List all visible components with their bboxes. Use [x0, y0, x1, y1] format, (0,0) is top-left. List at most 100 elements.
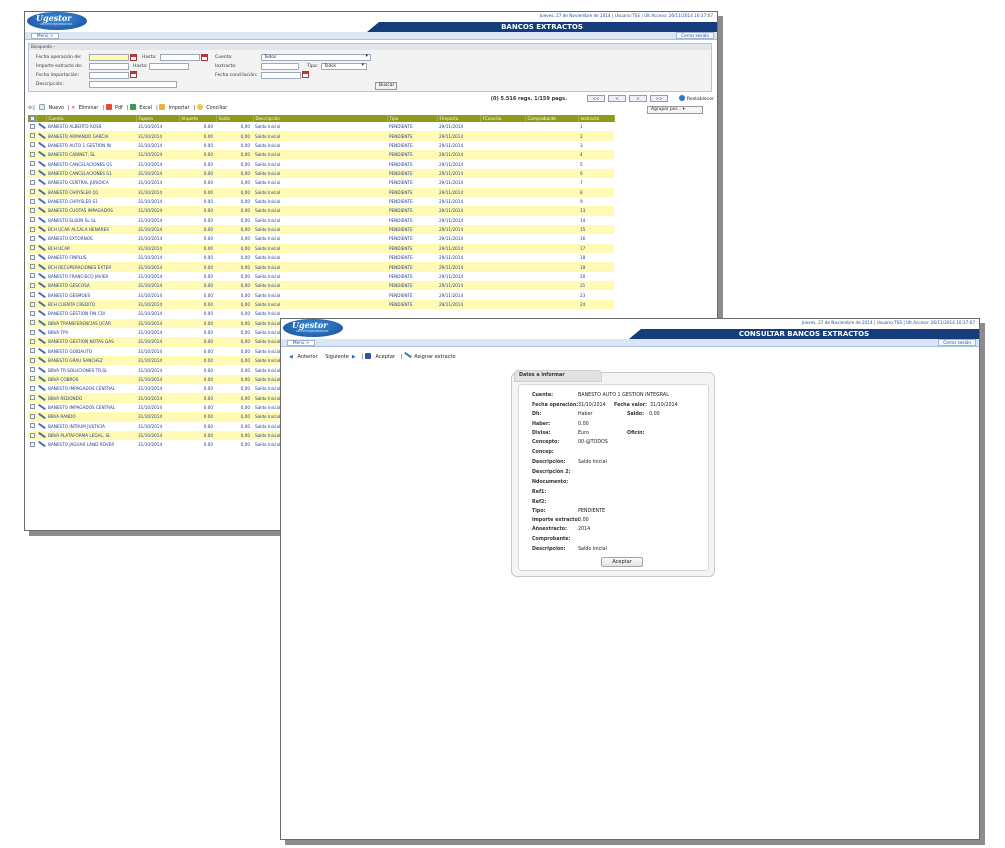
table-row[interactable]: BANESTO ARMANDO GARCIA 31/10/2014 0.00 0,00…: [28, 131, 614, 141]
edit-icon[interactable]: [36, 440, 46, 450]
row-checkbox[interactable]: [28, 337, 36, 347]
edit-icon[interactable]: [36, 421, 46, 431]
table-row[interactable]: BANESTO CHRYSLER Q1 31/10/2014 0.00 0,00 Sal…: [28, 187, 614, 197]
table-row[interactable]: BCH RECUPERACIONES EXTER 31/10/2014 0.00 0,…: [28, 262, 614, 272]
edit-icon[interactable]: [36, 384, 46, 394]
prev-page-button[interactable]: <: [608, 95, 626, 102]
edit-icon[interactable]: [36, 309, 46, 319]
pdf-button[interactable]: Pdf: [105, 104, 125, 111]
edit-icon[interactable]: [36, 430, 46, 441]
row-checkbox[interactable]: [28, 131, 36, 141]
edit-icon[interactable]: [36, 159, 46, 169]
edit-icon[interactable]: [36, 234, 46, 244]
row-checkbox[interactable]: [28, 327, 36, 338]
row-checkbox[interactable]: [28, 178, 36, 188]
edit-icon[interactable]: [36, 290, 46, 300]
edit-icon[interactable]: [36, 215, 46, 225]
calendar-icon[interactable]: [130, 71, 137, 78]
column-header[interactable]: Comprobante: [525, 115, 579, 122]
asignar-extracto-button[interactable]: Asignar extracto: [404, 354, 458, 360]
column-header[interactable]: Fopera: [136, 115, 180, 122]
table-row[interactable]: BANESTO CABINET, SL 31/10/2014 0.00 0,00 Sal…: [28, 150, 614, 160]
edit-icon[interactable]: [36, 187, 46, 197]
row-checkbox[interactable]: [28, 402, 36, 413]
edit-icon[interactable]: [36, 131, 46, 141]
row-checkbox[interactable]: [28, 430, 36, 441]
edit-icon[interactable]: [36, 346, 46, 356]
column-header[interactable]: FImporta: [437, 115, 481, 122]
table-row[interactable]: BANESTO CUOTAS IMPAGADOS 31/10/2014 0.00 0,…: [28, 206, 614, 216]
column-header[interactable]: Importe: [179, 115, 217, 122]
importe-from-input[interactable]: [89, 63, 129, 70]
row-checkbox[interactable]: [28, 374, 36, 385]
row-checkbox[interactable]: [28, 299, 36, 310]
table-row[interactable]: BANESTO CANCELACIONES Q1 31/10/2014 0.00 0,…: [28, 159, 614, 169]
edit-icon[interactable]: [36, 281, 46, 291]
anterior-button[interactable]: ◀ Anterior: [289, 354, 321, 360]
edit-icon[interactable]: [36, 196, 46, 207]
edit-icon[interactable]: [36, 150, 46, 160]
table-row[interactable]: BANESTO GESMOES 31/10/2014 0.00 0,00 Saldo I…: [28, 290, 614, 300]
calendar-icon[interactable]: [302, 71, 309, 78]
column-header[interactable]: Saldo: [216, 115, 254, 122]
table-row[interactable]: BANESTO EXTORNOS 31/10/2014 0.00 0,00 Saldo …: [28, 234, 614, 244]
fecha-conciliacion-input[interactable]: [261, 72, 301, 79]
last-page-button[interactable]: >>: [650, 95, 668, 102]
edit-icon[interactable]: [36, 327, 46, 338]
first-page-button[interactable]: <<: [587, 95, 605, 102]
row-checkbox[interactable]: [28, 224, 36, 235]
edit-icon[interactable]: [36, 355, 46, 366]
row-checkbox[interactable]: [28, 271, 36, 282]
excel-button[interactable]: Excel: [129, 104, 154, 111]
ugestor-logo[interactable]: Ugestor ABCDEFGHIJKLMNOPQRS: [27, 12, 87, 30]
column-header[interactable]: FConcilia: [480, 115, 526, 122]
conciliar-button[interactable]: Conciliar: [196, 104, 229, 111]
fecha-importacion-input[interactable]: [89, 72, 129, 79]
row-checkbox[interactable]: [28, 355, 36, 366]
table-row[interactable]: BANESTO CHRYSLER S1 31/10/2014 0.00 0,00 Sal…: [28, 196, 614, 207]
fecha-operacion-from-input[interactable]: [89, 54, 129, 61]
logout-button[interactable]: Cerrar sesión: [938, 339, 976, 346]
eliminar-button[interactable]: ✕ Eliminar: [71, 106, 100, 111]
row-checkbox[interactable]: [28, 290, 36, 300]
edit-icon[interactable]: [36, 412, 46, 422]
row-checkbox[interactable]: [28, 168, 36, 179]
row-checkbox[interactable]: [28, 253, 36, 263]
row-checkbox[interactable]: [28, 243, 36, 254]
edit-icon[interactable]: [36, 337, 46, 347]
datos-tab[interactable]: Datos a informar: [514, 370, 602, 382]
edit-icon[interactable]: [36, 206, 46, 216]
column-header[interactable]: Descripción: [253, 115, 388, 122]
edit-icon[interactable]: [36, 243, 46, 254]
row-checkbox[interactable]: [28, 365, 36, 375]
importe-to-input[interactable]: [149, 63, 189, 70]
edit-icon[interactable]: [36, 253, 46, 263]
column-header[interactable]: Iextracto: [578, 115, 615, 122]
table-row[interactable]: BANESTO CANCELACIONES S1 31/10/2014 0.00 0,…: [28, 168, 614, 179]
edit-icon[interactable]: [36, 393, 46, 403]
fecha-operacion-to-input[interactable]: [160, 54, 200, 61]
ugestor-logo[interactable]: Ugestor ABCDEFGHIJKLMNOPQRS: [283, 319, 343, 337]
table-row[interactable]: BANESTO ELSON SL SL 31/10/2014 0.00 0,00 Sal…: [28, 215, 614, 225]
edit-icon[interactable]: [36, 318, 46, 328]
buscar-button[interactable]: Buscar: [375, 82, 397, 90]
column-header[interactable]: Cuenta: [46, 115, 137, 122]
tipo-select[interactable]: Todos: [321, 63, 367, 70]
row-checkbox[interactable]: [28, 318, 36, 328]
aceptar-toolbar-button[interactable]: Aceptar: [364, 353, 398, 360]
edit-icon[interactable]: [36, 365, 46, 375]
table-row[interactable]: BANESTO AUTO 1 GESTION IN 31/10/2014 0.00 0…: [28, 140, 614, 151]
aceptar-button[interactable]: Aceptar: [601, 557, 643, 567]
row-checkbox[interactable]: [28, 206, 36, 216]
edit-icon[interactable]: [36, 402, 46, 413]
edit-icon[interactable]: [36, 262, 46, 272]
restablecer-button[interactable]: Restablecer: [679, 95, 714, 102]
table-row[interactable]: BANESTO ALBERTO ROSS 31/10/2014 0.00 0,00 Sa…: [28, 122, 614, 132]
iextracto-input[interactable]: [261, 63, 299, 70]
row-checkbox[interactable]: [28, 309, 36, 319]
search-panel-header[interactable]: Búsqueda -: [29, 44, 711, 50]
row-checkbox[interactable]: [28, 393, 36, 403]
row-checkbox[interactable]: [28, 281, 36, 291]
row-checkbox[interactable]: [28, 159, 36, 169]
menu-button[interactable]: Menú >: [287, 340, 316, 346]
